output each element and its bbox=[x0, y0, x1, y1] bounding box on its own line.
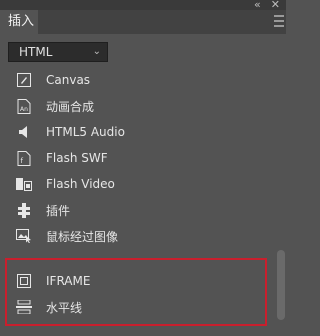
category-select-value: HTML bbox=[19, 45, 53, 59]
panel-tab-bar: 插入 bbox=[0, 10, 286, 34]
canvas-icon bbox=[16, 72, 32, 88]
tab-insert[interactable]: 插入 bbox=[0, 10, 38, 34]
chevron-down-icon: ⌄ bbox=[92, 46, 101, 57]
highlighted-item-list: IFRAME 水平线 bbox=[0, 268, 272, 320]
insert-item-label: Flash SWF bbox=[46, 151, 108, 165]
insert-item-label: 动画合成 bbox=[46, 99, 95, 114]
insert-item-label: IFRAME bbox=[46, 274, 91, 288]
insert-item-label: 水平线 bbox=[46, 300, 83, 315]
insert-item-horizontal-rule[interactable]: 水平线 bbox=[0, 294, 272, 320]
svg-text:f: f bbox=[21, 157, 24, 165]
insert-item-label: Flash Video bbox=[46, 177, 115, 191]
insert-item-canvas[interactable]: Canvas bbox=[0, 67, 272, 93]
rollover-image-icon bbox=[16, 228, 32, 244]
scrollbar-thumb[interactable] bbox=[277, 250, 285, 320]
insert-item-flash-swf[interactable]: f Flash SWF bbox=[0, 145, 272, 171]
flash-swf-icon: f bbox=[16, 150, 32, 166]
speaker-icon bbox=[16, 124, 32, 140]
insert-item-flash-video[interactable]: Flash Video bbox=[0, 171, 272, 197]
insert-item-plugin[interactable]: 插件 bbox=[0, 197, 272, 223]
category-select[interactable]: HTML ⌄ bbox=[8, 42, 108, 62]
iframe-icon bbox=[16, 273, 32, 289]
insert-item-iframe[interactable]: IFRAME bbox=[0, 268, 272, 294]
insert-item-label: HTML5 Audio bbox=[46, 125, 125, 139]
insert-item-rollover-image[interactable]: 鼠标经过图像 bbox=[0, 223, 272, 249]
insert-item-html5-audio[interactable]: HTML5 Audio bbox=[0, 119, 272, 145]
flash-video-icon bbox=[16, 176, 32, 192]
panel-top-strip: « ✕ bbox=[0, 0, 286, 11]
insert-item-animation-composition[interactable]: An 动画合成 bbox=[0, 93, 272, 119]
insert-item-label: 鼠标经过图像 bbox=[46, 229, 119, 244]
svg-text:An: An bbox=[20, 106, 28, 113]
plugin-icon bbox=[16, 202, 32, 218]
horizontal-rule-icon bbox=[16, 299, 32, 315]
insert-item-list: Canvas An 动画合成 HTML5 Audio f Flash SWF F… bbox=[0, 67, 272, 249]
panel-menu-icon[interactable] bbox=[274, 15, 284, 27]
insert-item-label: 插件 bbox=[46, 203, 71, 218]
insert-item-label: Canvas bbox=[46, 73, 91, 87]
animation-composition-icon: An bbox=[16, 98, 32, 114]
